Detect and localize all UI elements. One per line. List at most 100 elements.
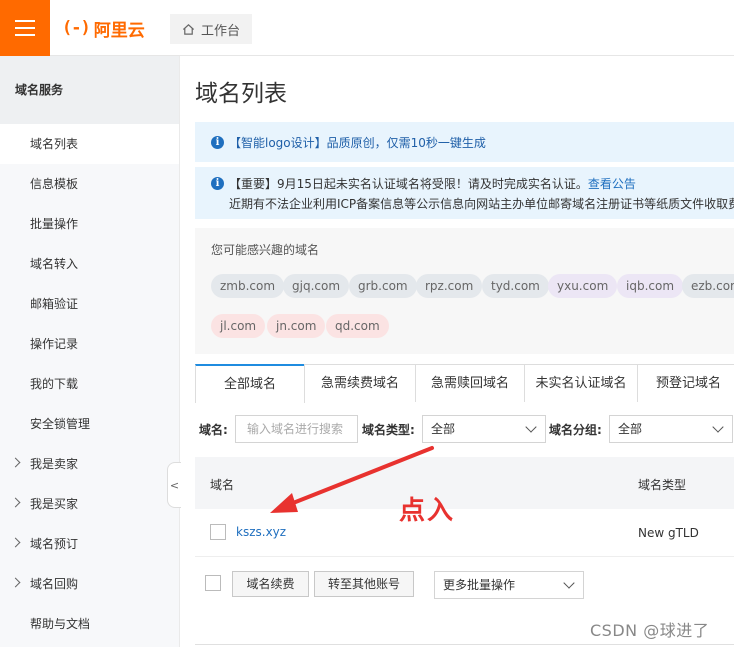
table-actions: 域名续费 转至其他账号 更多批量操作 — [195, 557, 734, 613]
view-announcement-link[interactable]: 查看公告 — [588, 177, 636, 191]
notice-real-name-line1: 【重要】9月15日起未实名认证域名将受限！请及时完成实名认证。查看公告 — [229, 175, 636, 192]
column-header-domain: 域名 — [210, 478, 235, 492]
sidebar: 域名服务 域名列表 信息模板 批量操作 域名转入 邮箱验证 操作记录 我的下载 … — [0, 56, 180, 647]
sidebar-item-label: 域名列表 — [30, 137, 79, 151]
tab-redeem-urgent[interactable]: 急需赎回域名 — [415, 364, 525, 402]
suggested-domain-chip[interactable]: jn.com — [267, 314, 326, 338]
suggested-domains-title: 您可能感兴趣的域名 — [211, 243, 320, 257]
sidebar-item-label: 邮箱验证 — [30, 297, 79, 311]
notice-logo-design[interactable]: i 【智能logo设计】品质原创，仅需10秒一键生成 — [195, 122, 734, 162]
sidebar-item-label: 安全锁管理 — [30, 417, 91, 431]
aliyun-logo-mark: (-) — [62, 18, 91, 38]
sidebar-item-domain-reserve[interactable]: 域名预订 — [0, 524, 179, 564]
suggested-domain-chip[interactable]: zmb.com — [211, 274, 285, 298]
domain-filter-label: 域名: — [199, 423, 228, 437]
sidebar-item-batch-ops[interactable]: 批量操作 — [0, 204, 179, 244]
suggested-domain-chip[interactable]: tyd.com — [482, 274, 549, 298]
info-icon: i — [211, 136, 224, 149]
sidebar-item-label: 我的下载 — [30, 377, 79, 391]
divider — [195, 644, 734, 645]
sidebar-collapse-toggle[interactable]: < — [167, 462, 181, 508]
sidebar-item-my-downloads[interactable]: 我的下载 — [0, 364, 179, 404]
domain-group-label: 域名分组: — [549, 423, 602, 437]
menu-icon-line — [15, 27, 35, 29]
chevron-down-icon — [563, 577, 575, 589]
sidebar-item-label: 域名预订 — [30, 537, 79, 551]
info-icon: i — [211, 177, 224, 190]
tab-all-domains[interactable]: 全部域名 — [195, 364, 305, 403]
filter-bar: 域名: 输入域名进行搜索 域名类型: 全部 域名分组: 全部 — [181, 412, 734, 446]
sidebar-item-security-lock[interactable]: 安全锁管理 — [0, 404, 179, 444]
notice-real-name-line2: 近期有不法企业利用ICP备案信息等公示信息向网站主办单位邮寄域名注册证书等纸质文… — [229, 197, 734, 211]
suggested-domain-chip[interactable]: yxu.com — [548, 274, 618, 298]
notice-real-name-text: 【重要】9月15日起未实名认证域名将受限！请及时完成实名认证。 — [229, 177, 588, 191]
aliyun-logo-text: 阿里云 — [93, 20, 145, 41]
workbench-label: 工作台 — [201, 23, 241, 39]
workbench-button[interactable]: 工作台 — [170, 14, 253, 44]
top-bar: (-) 阿里云 工作台 — [0, 0, 734, 56]
suggested-domains-panel: 您可能感兴趣的域名 zmb.com gjq.com grb.com rpz.co… — [195, 228, 734, 354]
column-header-type: 域名类型 — [638, 478, 687, 492]
suggested-domain-chip[interactable]: rpz.com — [416, 274, 483, 298]
domain-group-select[interactable]: 全部 — [609, 415, 733, 443]
sidebar-item-label: 域名转入 — [30, 257, 79, 271]
tab-pre-registered[interactable]: 预登记域名 — [637, 364, 734, 402]
suggested-domain-chip[interactable]: iqb.com — [617, 274, 684, 298]
chevron-right-icon — [10, 537, 21, 548]
sidebar-title: 域名服务 — [0, 56, 179, 124]
tab-unverified[interactable]: 未实名认证域名 — [524, 364, 638, 402]
menu-icon-line — [15, 34, 35, 36]
chevron-right-icon — [10, 457, 21, 468]
sidebar-item-label: 操作记录 — [30, 337, 79, 351]
sidebar-item-domain-buyback[interactable]: 域名回购 — [0, 564, 179, 604]
table-header: 域名 域名类型 — [195, 457, 734, 509]
sidebar-item-email-verify[interactable]: 邮箱验证 — [0, 284, 179, 324]
sidebar-item-label: 信息模板 — [30, 177, 79, 191]
sidebar-item-label: 批量操作 — [30, 217, 79, 231]
suggested-domain-chip[interactable]: ezb.com — [682, 274, 734, 298]
aliyun-logo[interactable]: (-) 阿里云 — [62, 16, 145, 41]
collapse-chevron-icon: < — [169, 478, 180, 492]
suggested-domain-chip[interactable]: qd.com — [326, 314, 389, 338]
suggested-domain-chip[interactable]: grb.com — [349, 274, 417, 298]
menu-icon-line — [15, 20, 35, 22]
suggested-domain-chip[interactable]: gjq.com — [283, 274, 350, 298]
watermark: CSDN @球进了 — [590, 621, 710, 640]
batch-operations-select[interactable]: 更多批量操作 — [434, 571, 584, 599]
domain-tabs: 全部域名 急需续费域名 急需赎回域名 未实名认证域名 预登记域名 — [195, 364, 734, 403]
select-all-checkbox[interactable] — [205, 575, 221, 591]
renew-button[interactable]: 域名续费 — [232, 571, 309, 597]
domain-search-input[interactable]: 输入域名进行搜索 — [235, 415, 358, 443]
sidebar-item-seller[interactable]: 我是卖家 — [0, 444, 179, 484]
sidebar-item-label: 帮助与文档 — [30, 617, 91, 631]
notice-logo-text[interactable]: 【智能logo设计】品质原创，仅需10秒一键生成 — [229, 134, 486, 151]
domain-type-select[interactable]: 全部 — [422, 415, 546, 443]
chevron-down-icon — [525, 421, 537, 433]
sidebar-item-help-docs[interactable]: 帮助与文档 — [0, 604, 179, 644]
chevron-right-icon — [10, 577, 21, 588]
domain-type-value: 全部 — [431, 422, 456, 436]
main-content: 域名列表 i 【智能logo设计】品质原创，仅需10秒一键生成 i 【重要】9月… — [181, 56, 734, 647]
notice-real-name: i 【重要】9月15日起未实名认证域名将受限！请及时完成实名认证。查看公告 近期… — [195, 167, 734, 219]
sidebar-item-label: 我是卖家 — [30, 457, 79, 471]
annotation-text: 点入 — [399, 496, 456, 526]
domain-type-cell: New gTLD — [638, 526, 699, 540]
sidebar-item-buyer[interactable]: 我是买家 — [0, 484, 179, 524]
sidebar-item-label: 我是买家 — [30, 497, 79, 511]
batch-operations-label: 更多批量操作 — [443, 578, 516, 592]
sidebar-item-info-template[interactable]: 信息模板 — [0, 164, 179, 204]
sidebar-item-domain-list[interactable]: 域名列表 — [0, 124, 179, 164]
chevron-down-icon — [712, 421, 724, 433]
sidebar-item-operation-log[interactable]: 操作记录 — [0, 324, 179, 364]
chevron-right-icon — [10, 497, 21, 508]
domain-type-label: 域名类型: — [362, 423, 415, 437]
hamburger-menu-button[interactable] — [0, 0, 50, 56]
suggested-domain-chip[interactable]: jl.com — [211, 314, 266, 338]
tab-renew-urgent[interactable]: 急需续费域名 — [304, 364, 416, 402]
page-title: 域名列表 — [195, 81, 287, 107]
domain-group-value: 全部 — [618, 422, 643, 436]
row-checkbox[interactable] — [210, 524, 226, 540]
sidebar-item-domain-transfer-in[interactable]: 域名转入 — [0, 244, 179, 284]
domain-link[interactable]: kszs.xyz — [236, 525, 286, 539]
transfer-account-button[interactable]: 转至其他账号 — [314, 571, 414, 597]
